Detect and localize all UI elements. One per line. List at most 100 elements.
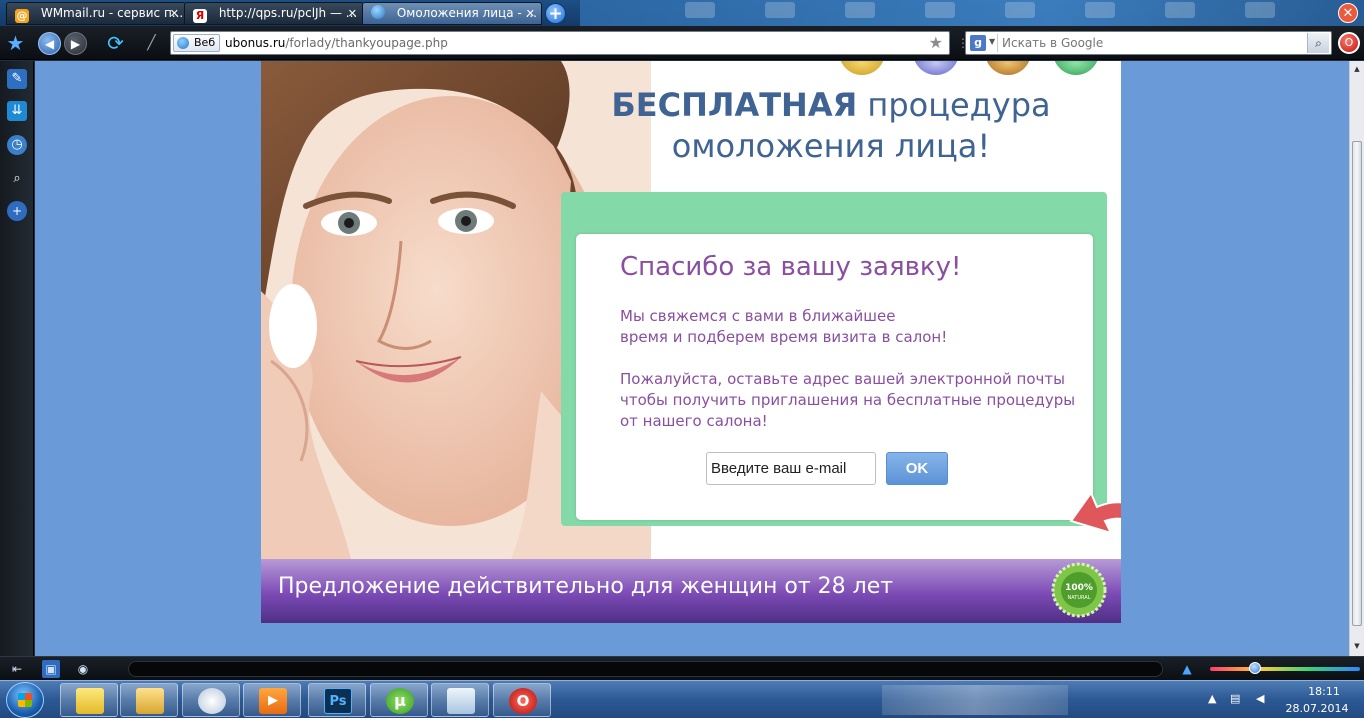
show-hidden-icons-icon[interactable]: ▲ (1208, 692, 1216, 705)
url-text[interactable]: ubonus.ru/forlady/thankyoupage.php (225, 36, 448, 50)
forward-button[interactable]: ▶ (64, 32, 87, 55)
scroll-thumb[interactable] (1352, 141, 1362, 626)
search-icon[interactable]: ⌕ (1307, 33, 1329, 53)
add-panel-icon[interactable]: + (7, 201, 27, 221)
tab-bar: @ WMmail.ru - сервис п... ✕ Я http://qps… (0, 0, 1364, 26)
back-button[interactable]: ◀ (38, 32, 61, 55)
email-request-line: чтобы получить приглашения на бесплатные… (620, 391, 1076, 409)
gold-badge-icon (839, 61, 885, 75)
headline-rest: процедура (857, 86, 1051, 124)
history-icon[interactable]: ◷ (7, 135, 27, 155)
search-input[interactable] (1002, 36, 1282, 50)
downloads-icon[interactable]: ⇊ (7, 101, 27, 121)
thank-you-card: Спасибо за вашу заявку! Мы свяжемся с ва… (576, 234, 1093, 520)
tab-title: Омоложения лица - ... (396, 6, 537, 20)
email-field[interactable] (706, 452, 876, 485)
new-tab-button[interactable]: + (545, 3, 566, 24)
desktop-background-strip (580, 0, 1364, 26)
google-icon: g (970, 35, 986, 51)
windows-taskbar: ▶ Ps µ O ▲ ▤ ◀ 18:11 28.07.2014 (0, 680, 1364, 718)
email-request-line: Пожалуйста, оставьте адрес вашей электро… (620, 370, 1065, 388)
taskbar-media-player[interactable]: ▶ (243, 683, 301, 717)
panel-toggle-icon[interactable]: ⇤ (8, 660, 26, 678)
callback-message: Мы свяжемся с вами в ближайшее время и п… (620, 306, 947, 348)
folder-icon (136, 688, 164, 714)
bookmark-star-icon[interactable]: ★ (929, 34, 943, 52)
desktop-shortcut-icon (845, 2, 875, 18)
laurel-badge-icon (985, 61, 1031, 75)
search-bar[interactable]: g ▼ ⌕ (965, 31, 1332, 55)
popup-blocker-icon[interactable]: ▣ (42, 660, 60, 678)
desktop-shortcut-icon (765, 2, 795, 18)
clock-time[interactable]: 18:11 (1298, 685, 1350, 698)
zoom-slider-handle[interactable] (1249, 662, 1261, 674)
taskbar-opera[interactable]: O (493, 683, 551, 717)
web-badge[interactable]: Веб (173, 34, 221, 52)
taskbar-explorer[interactable] (120, 683, 178, 717)
clock-date[interactable]: 28.07.2014 (1282, 702, 1352, 715)
web-viewport: БЕСПЛАТНАЯ процедура омоложения лица! Сп… (35, 61, 1349, 656)
natural-seal-icon: 100% NATURAL (1051, 562, 1107, 618)
taskbar-utorrent[interactable]: µ (370, 683, 428, 717)
desktop-shortcut-icon (1005, 2, 1035, 18)
tab-wmmail[interactable]: @ WMmail.ru - сервис п... ✕ (6, 2, 186, 25)
scroll-up-icon[interactable]: ▲ (1352, 64, 1362, 74)
tab-qps[interactable]: Я http://qps.ru/pclJh — ... ✕ (184, 2, 364, 25)
callback-line: время и подберем время визита в салон! (620, 328, 948, 346)
globe-icon (177, 37, 189, 49)
volume-icon[interactable]: ◀ (1256, 692, 1264, 705)
scroll-down-icon[interactable]: ▼ (1352, 641, 1362, 651)
taskbar-notepad[interactable] (431, 683, 489, 717)
windows-logo-icon (18, 693, 32, 707)
search-icon[interactable]: ⌕ (7, 169, 27, 189)
email-request-line: от нашего салона! (620, 412, 768, 430)
sticky-notes-icon (76, 688, 104, 714)
window-close-icon[interactable]: ✕ (1338, 3, 1358, 23)
ok-button[interactable]: OK (886, 452, 948, 485)
turbo-icon[interactable]: ◉ (74, 660, 92, 678)
bookmarks-star-icon[interactable]: ★ (4, 32, 27, 55)
search-engine-selector[interactable]: g ▼ (968, 34, 998, 52)
system-tray: ▲ ▤ ◀ 18:11 28.07.2014 (1200, 681, 1364, 718)
offer-text: Предложение действительно для женщин от … (278, 574, 894, 599)
chevron-down-icon: ▼ (989, 37, 996, 46)
web-badge-label: Веб (194, 36, 216, 49)
desktop-shortcut-icon (1165, 2, 1195, 18)
notepad-icon (447, 688, 475, 714)
tab-title: WMmail.ru - сервис п... (40, 6, 184, 20)
paint-icon (198, 688, 226, 714)
view-mode-icon[interactable]: ▲ (1178, 660, 1196, 678)
taskbar-paint[interactable] (182, 683, 240, 717)
url-path: /forlady/thankyoupage.php (285, 36, 448, 50)
desktop-shortcut-icon (1245, 2, 1275, 18)
url-host: ubonus.ru (225, 36, 286, 50)
network-icon[interactable]: ▤ (1230, 692, 1240, 705)
tools-wand-icon[interactable]: ╱ (140, 32, 163, 55)
desktop-shortcut-icon (1085, 2, 1115, 18)
close-tab-icon[interactable]: ✕ (526, 3, 535, 24)
close-tab-icon[interactable]: ✕ (170, 3, 179, 24)
start-button[interactable] (6, 682, 44, 718)
taskbar-sticky-notes[interactable] (60, 683, 118, 717)
utorrent-icon: µ (386, 688, 414, 714)
blurred-area (882, 685, 1068, 715)
globe-icon (371, 5, 385, 19)
reload-icon[interactable]: ⟳ (104, 32, 127, 55)
taskbar-photoshop[interactable]: Ps (308, 683, 366, 717)
opera-menu-icon[interactable]: O (1338, 32, 1360, 54)
zoom-slider[interactable] (1210, 667, 1360, 671)
photoshop-icon: Ps (324, 688, 352, 714)
tab-active-page[interactable]: Омоложения лица - ... ✕ (362, 2, 542, 25)
tab-title: http://qps.ru/pclJh — ... (218, 6, 358, 20)
status-progress-track (128, 661, 1163, 677)
desktop-shortcut-icon (925, 2, 955, 18)
vertical-scrollbar[interactable]: ▲ ▼ (1349, 61, 1364, 656)
side-panel: ✎ ⇊ ◷ ⌕ + (0, 61, 34, 656)
seal-text-top: 100% (1065, 583, 1093, 593)
landing-page: БЕСПЛАТНАЯ процедура омоложения лица! Сп… (261, 61, 1121, 623)
close-tab-icon[interactable]: ✕ (348, 3, 357, 24)
desktop-shortcut-icon (685, 2, 715, 18)
notes-icon[interactable]: ✎ (7, 69, 27, 89)
address-bar[interactable]: Веб ubonus.ru/forlady/thankyoupage.php ★ (170, 31, 950, 55)
toolbar-grip-icon[interactable]: ⋮ (957, 32, 969, 54)
